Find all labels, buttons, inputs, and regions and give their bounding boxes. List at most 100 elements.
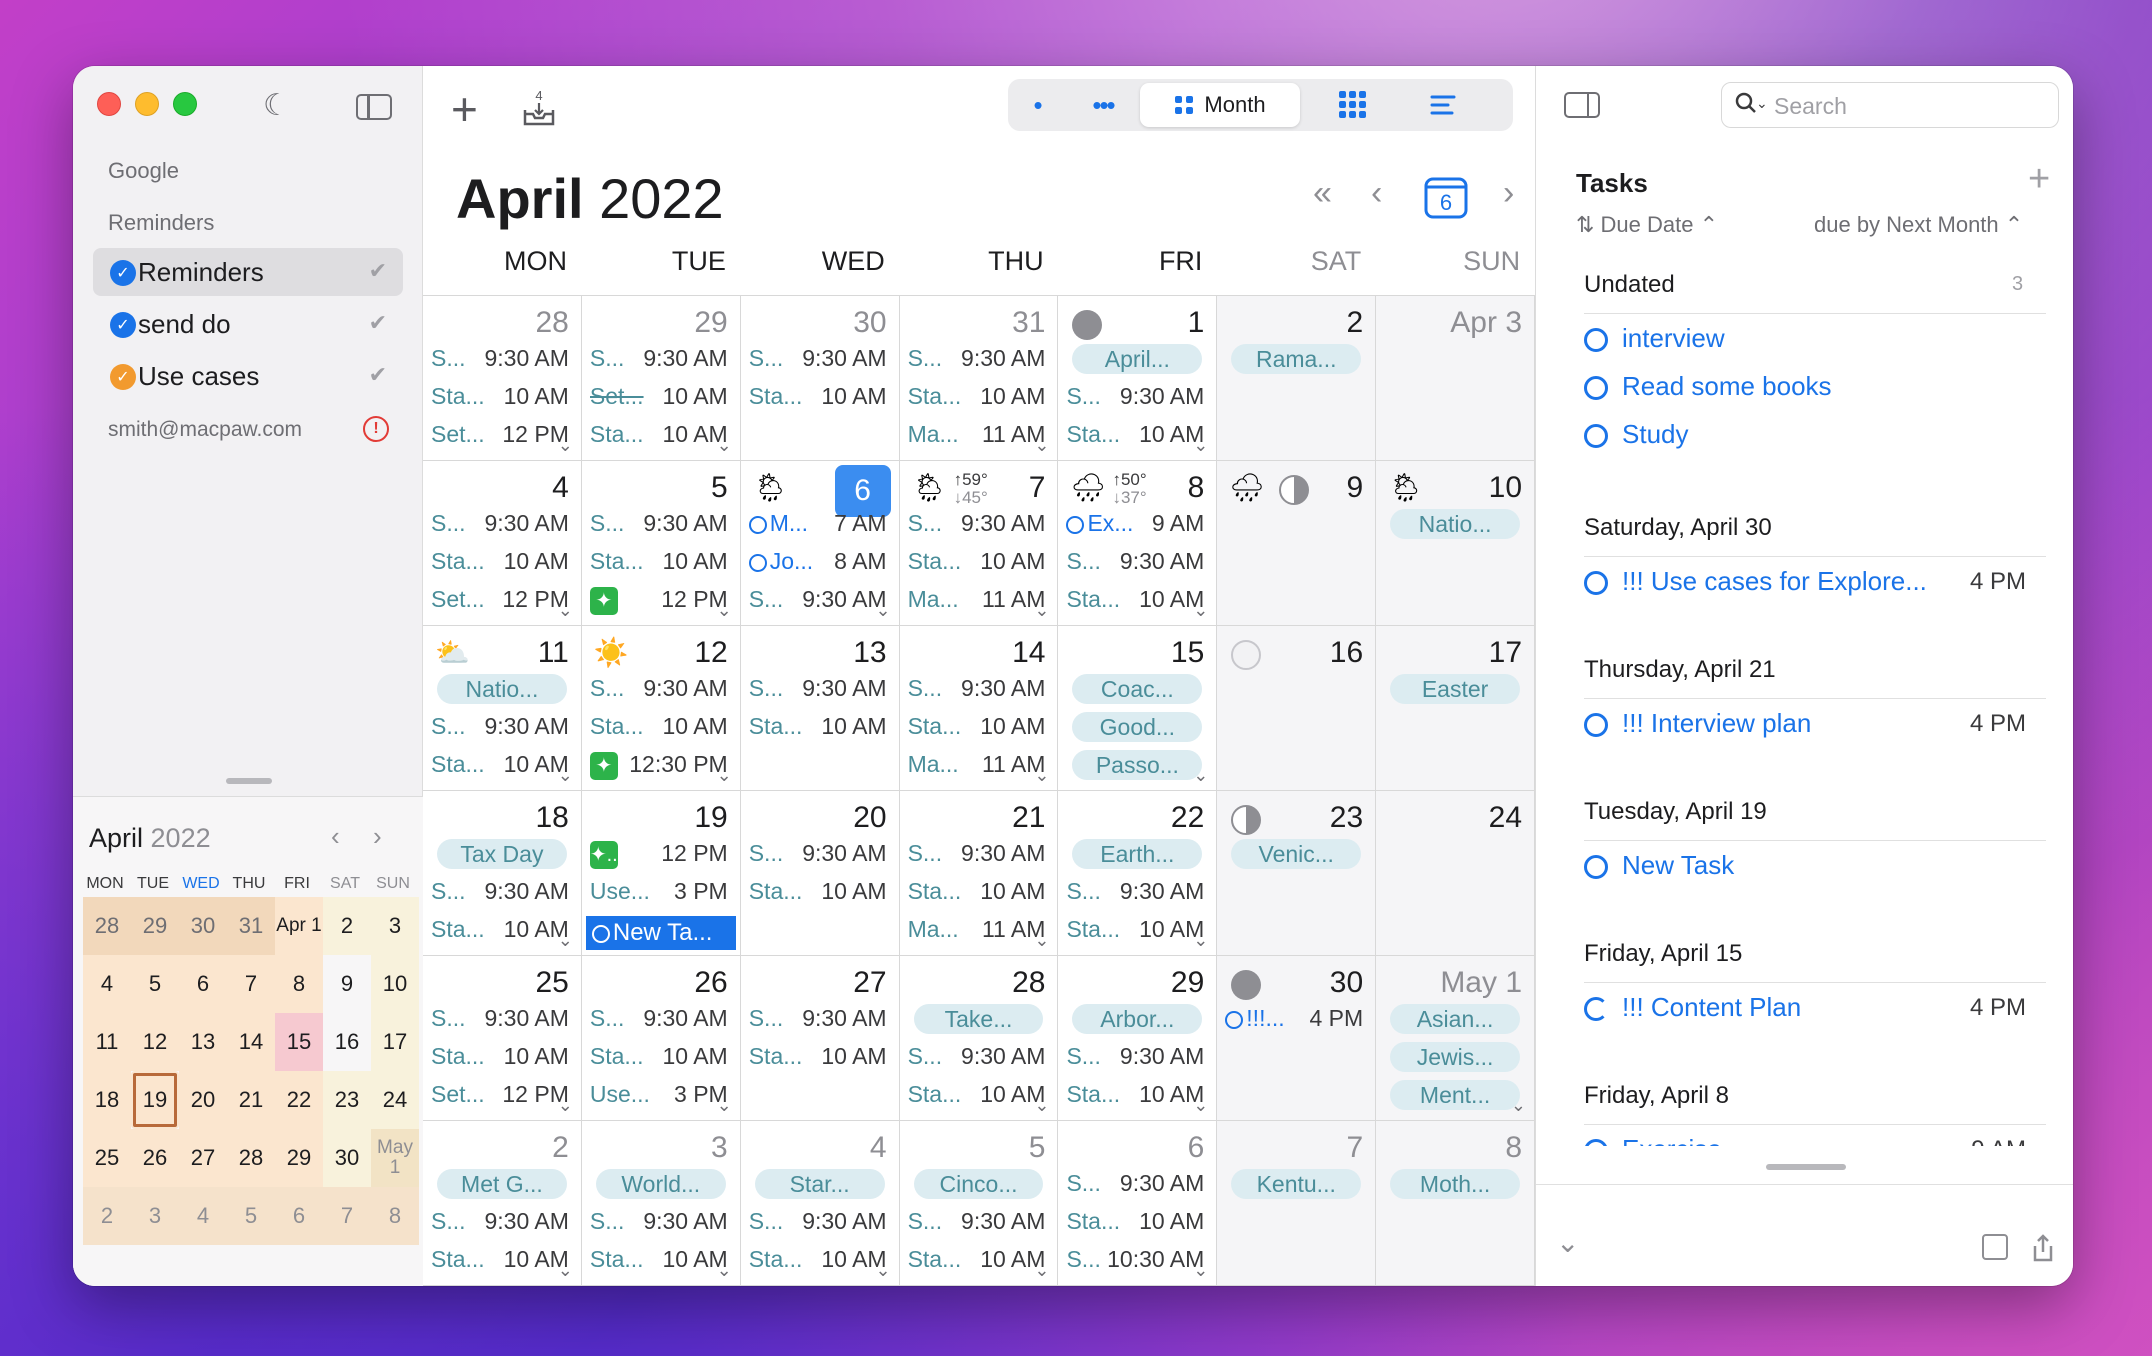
timed-event[interactable]: S... 9:30 AM xyxy=(590,1002,732,1034)
prev-month-button[interactable]: ‹ xyxy=(1371,174,1382,213)
timed-event[interactable]: Sta... 10 AM xyxy=(431,913,573,945)
mini-day[interactable]: 28 xyxy=(83,897,131,955)
today-button[interactable]: 6 xyxy=(1423,174,1469,220)
day-cell[interactable]: 13 S... 9:30 AM Sta... 10 AM xyxy=(740,626,900,791)
share-icon[interactable] xyxy=(2030,1234,2056,1262)
day-cell[interactable]: 5 S... 9:30 AM Sta... 10 AM ✦ 12 PM ⌄ xyxy=(581,461,741,626)
timed-event[interactable]: S... 9:30 AM xyxy=(431,507,573,539)
day-cell[interactable]: 10 🌦 Natio... xyxy=(1376,461,1536,626)
more-chevron-icon[interactable]: ⌄ xyxy=(1193,1260,1208,1281)
mini-day[interactable]: 29 xyxy=(275,1129,323,1187)
timed-event[interactable]: S... 9:30 AM xyxy=(908,507,1050,539)
all-day-event[interactable]: Cinco... xyxy=(913,1169,1044,1199)
mini-day[interactable]: 4 xyxy=(83,955,131,1013)
view-year-button[interactable] xyxy=(1318,83,1388,127)
more-chevron-icon[interactable]: ⌄ xyxy=(717,600,732,621)
day-cell[interactable]: 5 Cinco... S... 9:30 AM Sta... 10 AM ⌄ xyxy=(899,1121,1059,1286)
timed-event[interactable]: ✦... 12 PM xyxy=(589,837,732,869)
timed-event[interactable]: S... 9:30 AM xyxy=(431,875,573,907)
mini-day[interactable]: 18 xyxy=(83,1071,131,1129)
timed-event[interactable]: Sta... 10 AM xyxy=(431,380,573,412)
more-chevron-icon[interactable]: ⌄ xyxy=(717,765,732,786)
timed-event[interactable]: Use... 3 PM xyxy=(590,1078,732,1110)
task-checkbox-icon[interactable] xyxy=(1584,424,1608,449)
mini-day[interactable]: 2 xyxy=(83,1187,131,1245)
mini-day[interactable]: 21 xyxy=(227,1071,275,1129)
sidebar-item-2[interactable]: ✓ Use cases ✔ xyxy=(93,352,403,400)
add-event-button[interactable]: + xyxy=(451,82,478,136)
checkbox-icon[interactable]: ✓ xyxy=(110,364,136,390)
day-cell[interactable]: 3 World... S... 9:30 AM Sta... 10 AM ⌄ xyxy=(581,1121,741,1286)
timed-event[interactable]: Sta... 10 AM xyxy=(749,1243,891,1275)
more-chevron-icon[interactable]: ⌄ xyxy=(1193,1095,1208,1116)
more-chevron-icon[interactable]: ⌄ xyxy=(1193,930,1208,951)
timed-event[interactable]: Sta... 10 AM xyxy=(590,710,732,742)
timed-event[interactable]: S... 9:30 AM xyxy=(749,837,891,869)
more-chevron-icon[interactable]: ⌄ xyxy=(1193,600,1208,621)
all-day-event[interactable]: Take... xyxy=(913,1004,1044,1034)
all-day-event[interactable]: Tax Day xyxy=(437,839,567,869)
all-day-event[interactable]: Jewis... xyxy=(1390,1042,1521,1072)
timed-event[interactable]: S... 9:30 AM xyxy=(431,342,573,374)
timed-event[interactable]: S... 9:30 AM xyxy=(908,837,1050,869)
more-chevron-icon[interactable]: ⌄ xyxy=(1193,435,1208,456)
day-cell[interactable]: 29 S... 9:30 AM Set... 10 AM Sta... 10 AM ⌄ xyxy=(581,296,741,461)
more-chevron-icon[interactable]: ⌄ xyxy=(717,435,732,456)
mini-day[interactable]: 24 xyxy=(371,1071,419,1129)
more-chevron-icon[interactable]: ⌄ xyxy=(558,1260,573,1281)
timed-event[interactable]: Sta... 10 AM xyxy=(590,1040,732,1072)
checkbox-icon[interactable]: ✓ xyxy=(110,260,136,286)
timed-event[interactable]: S... 9:30 AM xyxy=(431,1002,573,1034)
timed-event[interactable]: S... 9:30 AM xyxy=(1066,545,1208,577)
day-cell[interactable]: 23 Venic... xyxy=(1217,791,1377,956)
timed-event[interactable]: Sta... 10 AM xyxy=(908,1078,1050,1110)
mini-day[interactable]: Apr 1 xyxy=(275,897,323,955)
timed-event[interactable]: Set... 12 PM xyxy=(431,583,573,615)
all-day-event[interactable]: Ment... xyxy=(1390,1080,1521,1110)
mini-day[interactable]: 20 xyxy=(179,1071,227,1129)
all-day-event[interactable]: Moth... xyxy=(1390,1169,1521,1199)
all-day-event[interactable]: Natio... xyxy=(437,674,567,704)
more-chevron-icon[interactable]: ⌄ xyxy=(558,1095,573,1116)
day-cell[interactable]: 28 Take... S... 9:30 AM Sta... 10 AM ⌄ xyxy=(899,956,1059,1121)
close-button[interactable] xyxy=(97,92,121,116)
day-cell[interactable]: 2 Met G... S... 9:30 AM Sta... 10 AM ⌄ xyxy=(423,1121,582,1286)
day-cell[interactable]: 18 Tax Day S... 9:30 AM Sta... 10 AM ⌄ xyxy=(423,791,582,956)
timed-event[interactable]: S... 9:30 AM xyxy=(749,1002,891,1034)
timed-event[interactable]: Ma... 11 AM xyxy=(908,418,1050,450)
mini-day[interactable]: 5 xyxy=(131,955,179,1013)
day-cell[interactable]: 4 Star... S... 9:30 AM Sta... 10 AM ⌄ xyxy=(740,1121,900,1286)
task-checkbox-icon[interactable] xyxy=(1584,571,1608,596)
all-day-event[interactable]: Coac... xyxy=(1072,674,1203,704)
sidebar-item-1[interactable]: ✓ send do ✔ xyxy=(93,300,403,348)
all-day-event[interactable]: Star... xyxy=(754,1169,885,1199)
timed-event[interactable]: S... 9:30 AM xyxy=(590,672,732,704)
timed-event[interactable]: Sta... 10 AM xyxy=(908,710,1050,742)
timed-event[interactable]: Sta... 10 AM xyxy=(1066,418,1208,450)
mini-day[interactable]: 2 xyxy=(323,897,371,955)
day-cell[interactable]: 30!!!... 4 PM xyxy=(1217,956,1377,1121)
prev-year-button[interactable]: « xyxy=(1313,174,1332,213)
mini-day[interactable]: 8 xyxy=(371,1187,419,1245)
timed-event[interactable]: Sta... 10 AM xyxy=(908,545,1050,577)
day-cell[interactable]: 8 🌧 ↑50° ↓37° Ex... 9 AM S... 9:30 AM Sta... 10 A… xyxy=(1058,461,1218,626)
more-chevron-icon[interactable]: ⌄ xyxy=(1034,1260,1049,1281)
timed-event[interactable]: S... 9:30 AM xyxy=(1066,1040,1208,1072)
task-item[interactable]: !!! Content Plan 4 PM xyxy=(1584,992,2046,1028)
more-chevron-icon[interactable]: ⌄ xyxy=(875,1260,890,1281)
more-chevron-icon[interactable]: ⌄ xyxy=(1034,435,1049,456)
more-chevron-icon[interactable]: ⌄ xyxy=(1034,600,1049,621)
more-chevron-icon[interactable]: ⌄ xyxy=(1034,765,1049,786)
timed-event[interactable]: S... 9:30 AM xyxy=(590,342,732,374)
mini-day[interactable]: 7 xyxy=(227,955,275,1013)
mini-day[interactable]: 16 xyxy=(323,1013,371,1071)
day-cell[interactable]: 7 🌦 ↑59° ↓45° S... 9:30 AM Sta... 10 AM Ma... 11 … xyxy=(899,461,1059,626)
mini-day[interactable]: 3 xyxy=(371,897,419,955)
mini-day[interactable]: 31 xyxy=(227,897,275,955)
day-cell[interactable]: 14 S... 9:30 AM Sta... 10 AM Ma... 11 AM ⌄ xyxy=(899,626,1059,791)
more-chevron-icon[interactable]: ⌄ xyxy=(558,435,573,456)
mini-day[interactable]: 30 xyxy=(179,897,227,955)
account-email[interactable]: smith@macpaw.com xyxy=(108,418,302,442)
mini-prev-button[interactable]: ‹ xyxy=(331,821,340,852)
repeat-task-icon[interactable] xyxy=(1584,997,1608,1022)
